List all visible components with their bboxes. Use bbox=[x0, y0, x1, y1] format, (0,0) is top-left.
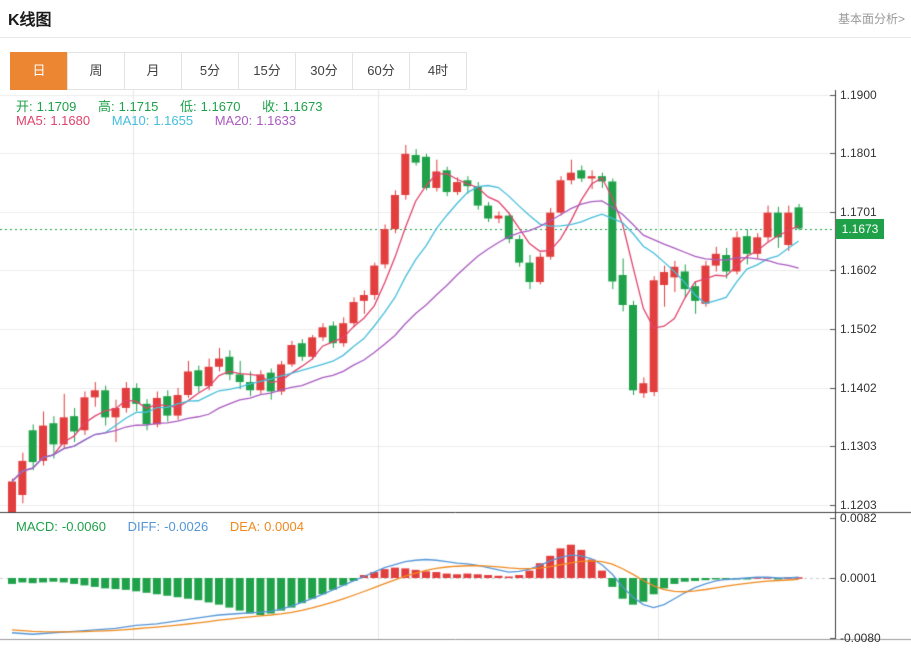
high-value: 1.1715 bbox=[119, 99, 159, 114]
ma5-label: MA5: bbox=[16, 113, 46, 128]
low-label: 低: bbox=[180, 99, 197, 114]
macd-value: -0.0060 bbox=[62, 519, 106, 534]
price-axis-tick-label: 1.1502 bbox=[840, 322, 877, 336]
macd-axis-tick-label: -0.0080 bbox=[840, 631, 881, 645]
ma20-label: MA20: bbox=[215, 113, 253, 128]
macd-axis-tick-label: 0.0082 bbox=[840, 511, 877, 525]
fundamental-analysis-link[interactable]: 基本面分析> bbox=[838, 10, 905, 27]
diff-value: -0.0026 bbox=[164, 519, 208, 534]
price-axis-tick-label: 1.1602 bbox=[840, 263, 877, 277]
tab-week[interactable]: 周 bbox=[67, 52, 125, 90]
price-axis-tick-label: 1.1701 bbox=[840, 205, 877, 219]
tab-5min[interactable]: 5分 bbox=[181, 52, 239, 90]
price-axis-tick-label: 1.1303 bbox=[840, 439, 877, 453]
open-value: 1.1709 bbox=[37, 99, 77, 114]
ma10-value: 1.1655 bbox=[153, 113, 193, 128]
high-label: 高: bbox=[98, 99, 115, 114]
macd-legend: MACD: -0.0060 DIFF:-0.0026 DEA: 0.0004 bbox=[16, 519, 322, 534]
dea-label: DEA: bbox=[230, 519, 260, 534]
ma5-value: 1.1680 bbox=[50, 113, 90, 128]
price-axis-tick-label: 1.1203 bbox=[840, 498, 877, 512]
ma10-label: MA10: bbox=[112, 113, 150, 128]
tab-4hour[interactable]: 4时 bbox=[409, 52, 467, 90]
tab-month[interactable]: 月 bbox=[124, 52, 182, 90]
kline-page: K线图 基本面分析> 日周月5分15分30分60分4时 开: 1.1709 高: 1… bbox=[0, 0, 911, 648]
page-title: K线图 bbox=[8, 6, 52, 30]
macd-label: MACD: bbox=[16, 519, 58, 534]
price-axis-tick-label: 1.1801 bbox=[840, 146, 877, 160]
price-axis-tick-label: 1.1900 bbox=[840, 88, 877, 102]
close-label: 收: bbox=[262, 99, 279, 114]
tab-day[interactable]: 日 bbox=[10, 52, 68, 90]
close-value: 1.1673 bbox=[283, 99, 323, 114]
header-divider bbox=[0, 37, 911, 38]
open-label: 开: bbox=[16, 99, 33, 114]
tab-30min[interactable]: 30分 bbox=[295, 52, 353, 90]
macd-axis-tick-label: 0.0001 bbox=[840, 571, 877, 585]
price-axis-tick-label: 1.1402 bbox=[840, 381, 877, 395]
ma-legend: MA5: 1.1680 MA10:1.1655 MA20:1.1633 bbox=[16, 113, 314, 128]
low-value: 1.1670 bbox=[201, 99, 241, 114]
ma20-value: 1.1633 bbox=[256, 113, 296, 128]
tab-60min[interactable]: 60分 bbox=[352, 52, 410, 90]
interval-tabs: 日周月5分15分30分60分4时 bbox=[10, 52, 467, 90]
diff-label: DIFF: bbox=[128, 519, 161, 534]
dea-value: 0.0004 bbox=[264, 519, 304, 534]
tab-15min[interactable]: 15分 bbox=[238, 52, 296, 90]
current-price-badge: 1.1673 bbox=[836, 219, 884, 239]
